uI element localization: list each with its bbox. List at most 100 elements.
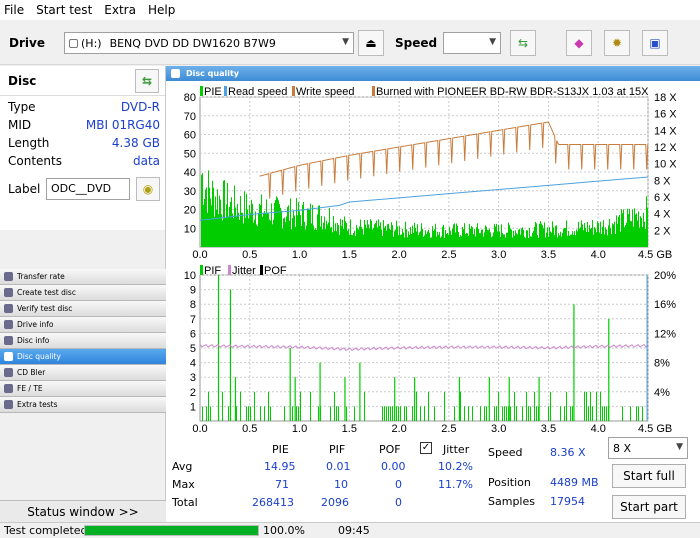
pie-bar: [321, 216, 322, 247]
pif-bar: [240, 391, 241, 421]
pie-bar: [597, 221, 598, 247]
disc-label-button[interactable]: ◉: [136, 177, 160, 201]
pif-bar: [392, 406, 393, 421]
nav-extra-tests[interactable]: Extra tests: [0, 397, 166, 413]
pif-bar: [298, 406, 299, 421]
nav-create-test-disc[interactable]: Create test disc: [0, 285, 166, 301]
disc-contents-value: data: [132, 154, 160, 168]
pie-bar: [434, 229, 435, 247]
disc-label-input[interactable]: ODC__DVD: [46, 178, 130, 200]
start-part-button[interactable]: Start part: [612, 495, 686, 519]
nav-disc-quality[interactable]: Disc quality: [0, 349, 166, 365]
pie-bar: [416, 231, 417, 247]
pif-bar: [398, 406, 399, 421]
nav-disc-info[interactable]: Disc info: [0, 333, 166, 349]
y-tick-label: 60: [184, 130, 196, 142]
pie-bar: [246, 193, 247, 247]
pif-bar: [208, 391, 209, 421]
status-window-button[interactable]: Status window >>: [0, 500, 166, 522]
pie-bar: [622, 213, 623, 247]
pie-bar: [472, 227, 473, 247]
pie-bar: [413, 232, 414, 247]
pie-bar: [609, 219, 610, 247]
pie-bar: [574, 231, 575, 247]
progress-bar: [84, 525, 259, 536]
menu-file[interactable]: File: [4, 3, 24, 17]
pif-bar: [318, 406, 319, 421]
pie-bar: [296, 198, 297, 247]
nav-fe-te[interactable]: FE / TE: [0, 381, 166, 397]
pie-bar: [402, 228, 403, 247]
pie-bar: [596, 232, 597, 247]
pie-bar: [556, 225, 557, 247]
disc-refresh-button[interactable]: ⇆: [135, 69, 159, 93]
pif-bar: [566, 391, 567, 421]
erase-button[interactable]: ◆: [566, 30, 592, 56]
pie-bar: [352, 235, 353, 247]
pie-bar: [470, 228, 471, 247]
nav-transfer-rate[interactable]: Transfer rate: [0, 269, 166, 285]
legend-swatch: [372, 86, 375, 96]
menu-help[interactable]: Help: [148, 3, 175, 17]
pie-bar: [488, 230, 489, 247]
test-speed-select[interactable]: 8 X ▼: [608, 437, 688, 459]
pie-bar: [567, 235, 568, 247]
pie-bar: [587, 221, 588, 247]
pie-bar: [455, 232, 456, 247]
pie-bar: [267, 212, 268, 247]
pie-bar: [512, 237, 513, 247]
pie-bar: [553, 227, 554, 247]
drive-letter: (H:): [81, 36, 102, 50]
pie-bar: [317, 214, 318, 247]
pie-bar: [427, 231, 428, 247]
pie-bar: [532, 232, 533, 247]
pie-bar: [565, 227, 566, 247]
drive-select[interactable]: (H:) BENQ DVD DD DW1620 B7W9 ▼: [64, 32, 354, 54]
nav-verify-test-disc[interactable]: Verify test disc: [0, 301, 166, 317]
pie-bar: [490, 232, 491, 247]
pie-bar: [417, 224, 418, 247]
pie-bar: [348, 229, 349, 247]
pie-bar: [525, 238, 526, 247]
pie-bar: [385, 225, 386, 247]
pie-bar: [210, 198, 211, 247]
pie-bar: [343, 228, 344, 247]
pie-bar: [458, 231, 459, 247]
pie-bar: [240, 195, 241, 247]
disc-length-row: Length 4.38 GB: [8, 136, 160, 150]
pie-bar: [568, 230, 569, 247]
pie-bar: [499, 231, 500, 247]
start-full-button[interactable]: Start full: [612, 464, 686, 488]
speed-select[interactable]: ▼: [443, 32, 501, 54]
pie-bar: [207, 212, 208, 247]
pif-spike: [294, 377, 296, 421]
nav-cd-bler[interactable]: CD Bler: [0, 365, 166, 381]
pif-bar: [636, 406, 637, 421]
nav-drive-info[interactable]: Drive info: [0, 317, 166, 333]
pie-bar: [233, 218, 234, 247]
pie-bar: [241, 212, 242, 247]
menu-start-test[interactable]: Start test: [36, 3, 92, 17]
refresh-speed-button[interactable]: ⇆: [510, 30, 536, 56]
pie-bar: [336, 231, 337, 247]
pie-bar: [463, 229, 464, 247]
pie-bar: [562, 232, 563, 247]
pie-bar: [283, 218, 284, 247]
settings-icon: ✹: [611, 36, 623, 50]
pie-bar: [411, 234, 412, 247]
pie-bar: [212, 180, 213, 247]
save-button[interactable]: ▣: [642, 30, 668, 56]
stats-header-pif: PIF: [329, 443, 346, 456]
eject-button[interactable]: ⏏: [358, 30, 384, 56]
pie-bar: [505, 237, 506, 247]
pie-bar: [539, 223, 540, 247]
y-tick-label: 30: [184, 186, 196, 198]
options-button[interactable]: ✹: [604, 30, 630, 56]
pie-bar: [282, 228, 283, 247]
pie-bar: [396, 220, 397, 247]
jitter-checkbox[interactable]: ✓: [420, 442, 432, 454]
pif-spike: [344, 377, 346, 421]
menu-extra[interactable]: Extra: [104, 3, 136, 17]
pie-bar: [342, 219, 343, 247]
pie-bar: [278, 200, 279, 247]
